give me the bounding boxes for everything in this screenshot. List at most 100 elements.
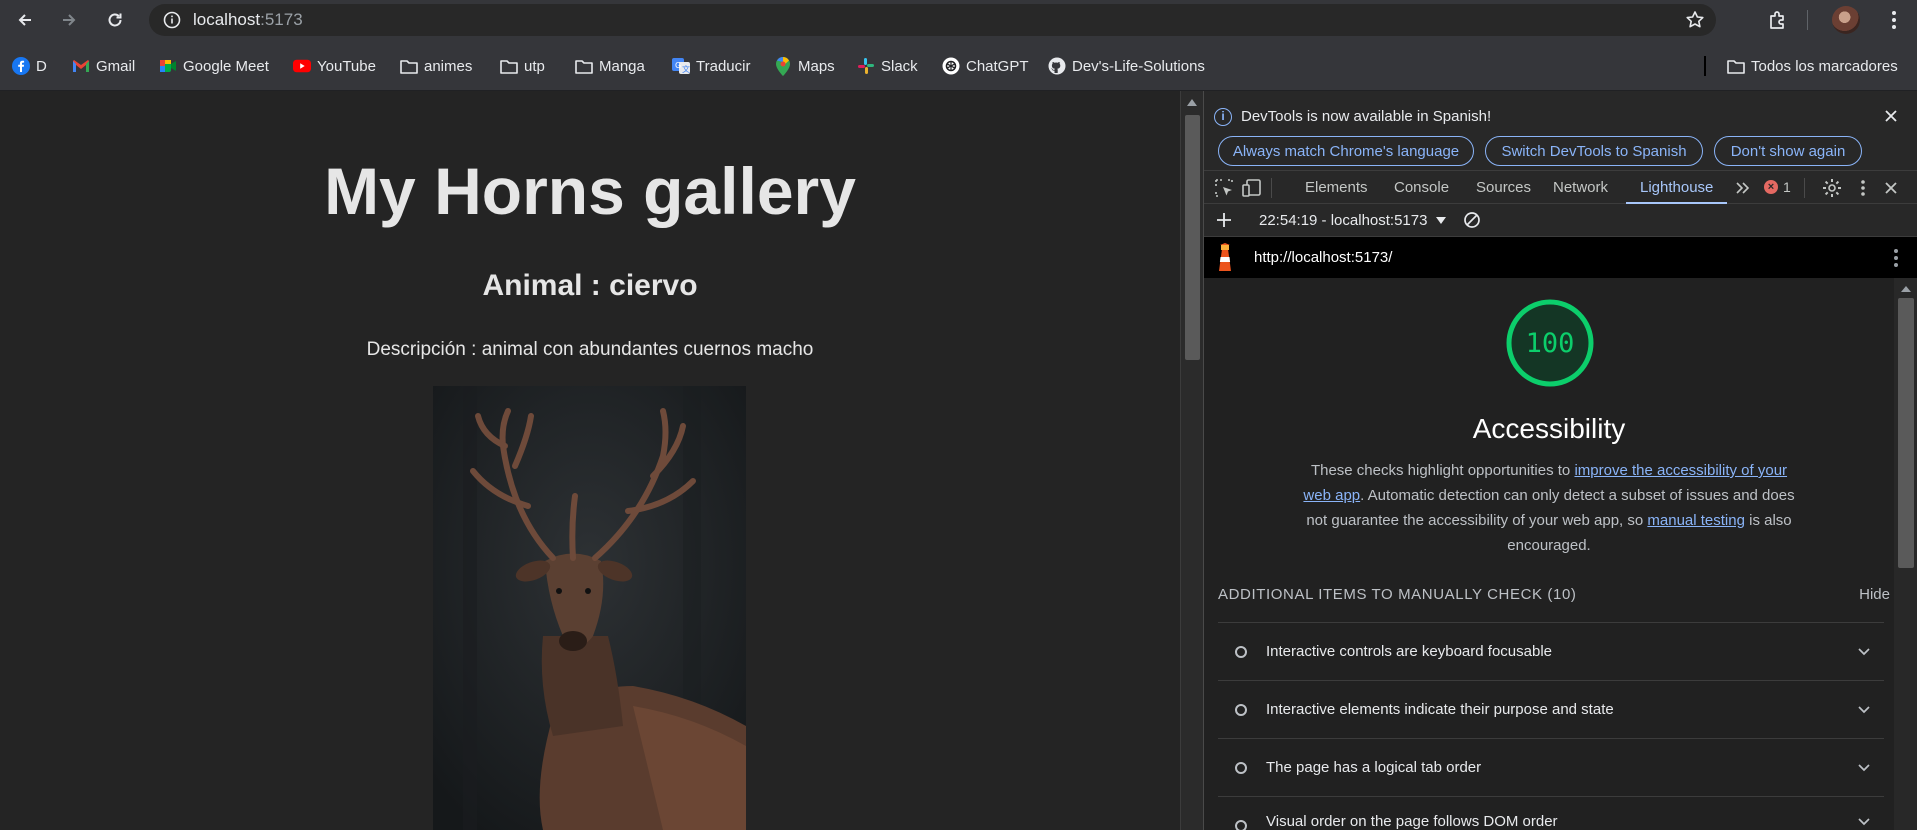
report-scroll-thumb[interactable] [1898, 298, 1914, 568]
puzzle-icon [1770, 11, 1784, 29]
folder-icon [500, 57, 518, 75]
bookmark-label: Slack [881, 57, 918, 75]
manual-check-heading: ADDITIONAL ITEMS TO MANUALLY CHECK (10) [1218, 586, 1577, 603]
scroll-up-arrow-icon[interactable] [1187, 99, 1197, 106]
tab-elements[interactable]: Elements [1305, 171, 1368, 204]
bookmark-maps[interactable]: Maps [774, 54, 835, 78]
toolbar-divider [1807, 10, 1808, 30]
hide-manual-checks-button[interactable]: Hide [1859, 586, 1890, 603]
manual-testing-link[interactable]: manual testing [1647, 512, 1745, 529]
audit-item[interactable]: Visual order on the page follows DOM ord… [1218, 796, 1884, 830]
scroll-up-arrow-icon[interactable] [1901, 286, 1911, 292]
back-button[interactable] [5, 0, 45, 40]
bookmarks-bar: D Gmail Google Meet YouTube animes utp M… [0, 40, 1917, 91]
lighthouse-report-toolbar: 22:54:19 - localhost:5173 [1204, 204, 1917, 237]
close-devtools-icon[interactable] [1880, 177, 1902, 199]
bookmark-traducir[interactable]: G文 Traducir [672, 54, 750, 78]
animal-heading: Animal : ciervo [482, 269, 698, 302]
report-selector[interactable]: 22:54:19 - localhost:5173 [1259, 212, 1427, 229]
svg-text:G: G [675, 61, 681, 70]
toolbar-separator [1804, 178, 1805, 198]
manual-audit-circle-icon [1235, 820, 1247, 830]
report-menu-icon[interactable] [1894, 249, 1898, 267]
slack-icon [857, 57, 875, 75]
bookmark-folder-utp[interactable]: utp [500, 54, 545, 78]
page-scrollbar[interactable] [1180, 91, 1203, 830]
bookmark-d[interactable]: D [12, 54, 47, 78]
bookmark-label: YouTube [317, 57, 376, 75]
profile-avatar[interactable] [1832, 6, 1860, 34]
address-bar[interactable]: localhost:5173 [149, 4, 1716, 36]
google-meet-icon [159, 57, 177, 75]
bookmark-label: Maps [798, 57, 835, 75]
bookmark-folder-manga[interactable]: Manga [575, 54, 645, 78]
maps-icon [774, 56, 792, 76]
forward-button[interactable] [49, 0, 89, 40]
bookmark-label: ChatGPT [966, 57, 1029, 75]
facebook-icon [12, 57, 30, 75]
bookmark-star-icon[interactable] [1684, 9, 1706, 31]
dont-show-again-button[interactable]: Don't show again [1714, 136, 1862, 166]
arrow-right-icon [63, 14, 76, 26]
youtube-icon [293, 57, 311, 75]
audit-item[interactable]: The page has a logical tab order [1218, 738, 1884, 796]
report-dropdown-caret-icon[interactable] [1436, 217, 1446, 224]
chevron-down-icon[interactable] [1856, 759, 1872, 775]
audit-item[interactable]: Interactive elements indicate their purp… [1218, 680, 1884, 738]
tab-network[interactable]: Network [1553, 171, 1608, 204]
audit-item[interactable]: Interactive controls are keyboard focusa… [1218, 622, 1884, 680]
devtools-panel: i DevTools is now available in Spanish! … [1203, 91, 1917, 830]
bookmark-label: Dev's-Life-Solutions [1072, 57, 1205, 75]
url-port: :5173 [260, 10, 303, 29]
settings-gear-icon[interactable] [1821, 177, 1843, 199]
accessibility-score: 100 [1525, 328, 1575, 359]
chrome-menu-button[interactable] [1882, 8, 1906, 32]
extensions-button[interactable] [1764, 6, 1792, 34]
tab-console[interactable]: Console [1394, 171, 1449, 204]
chevron-down-icon[interactable] [1856, 813, 1872, 829]
chevron-down-icon[interactable] [1856, 643, 1872, 659]
all-bookmarks-label: Todos los marcadores [1751, 57, 1898, 75]
infobar-message: DevTools is now available in Spanish! [1241, 108, 1492, 125]
arrow-left-icon [18, 14, 31, 26]
chevron-down-icon[interactable] [1856, 701, 1872, 717]
lighthouse-url-bar: http://localhost:5173/ [1204, 237, 1917, 278]
tab-sources[interactable]: Sources [1476, 171, 1531, 204]
clear-reports-icon[interactable] [1462, 210, 1482, 230]
bookmark-slack[interactable]: Slack [857, 54, 918, 78]
audit-title: Visual order on the page follows DOM ord… [1266, 813, 1558, 830]
tab-lighthouse[interactable]: Lighthouse [1626, 171, 1728, 204]
bookmark-google-meet[interactable]: Google Meet [159, 54, 269, 78]
manual-audit-circle-icon [1235, 704, 1247, 716]
bookmark-folder-animes[interactable]: animes [400, 54, 472, 78]
info-icon: i [1214, 108, 1232, 126]
bookmark-gmail[interactable]: Gmail [72, 54, 135, 78]
reload-button[interactable] [95, 0, 135, 40]
bookmark-youtube[interactable]: YouTube [293, 54, 376, 78]
report-url[interactable]: http://localhost:5173/ [1254, 249, 1392, 266]
bookmark-chatgpt[interactable]: ChatGPT [942, 54, 1029, 78]
new-report-plus-icon[interactable] [1213, 209, 1235, 231]
bookmarks-separator [1704, 56, 1706, 76]
bookmark-devs-life-solutions[interactable]: Dev's-Life-Solutions [1048, 54, 1205, 78]
desc-text-1: These checks highlight opportunities to [1310, 462, 1575, 479]
bookmark-label: Gmail [96, 57, 136, 75]
inspect-element-icon[interactable] [1213, 177, 1235, 199]
manual-audit-circle-icon [1235, 762, 1247, 774]
folder-icon [575, 57, 593, 75]
report-scrollbar[interactable] [1894, 278, 1917, 830]
bookmark-label: Manga [599, 57, 645, 75]
category-description: These checks highlight opportunities to … [1299, 458, 1799, 558]
close-infobar-icon[interactable] [1880, 105, 1902, 127]
device-toolbar-icon[interactable] [1241, 177, 1263, 199]
more-tabs-chevron-icon[interactable] [1732, 177, 1754, 199]
chatgpt-icon [942, 57, 960, 75]
always-match-language-button[interactable]: Always match Chrome's language [1218, 136, 1474, 166]
devtools-menu-icon[interactable] [1852, 177, 1874, 199]
switch-to-spanish-button[interactable]: Switch DevTools to Spanish [1485, 136, 1703, 166]
page-scroll-thumb[interactable] [1185, 115, 1200, 360]
all-bookmarks-folder[interactable]: Todos los marcadores [1727, 54, 1898, 78]
error-count-badge[interactable]: × 1 [1764, 179, 1791, 195]
gmail-icon [72, 57, 90, 75]
site-info-icon[interactable] [157, 5, 187, 35]
